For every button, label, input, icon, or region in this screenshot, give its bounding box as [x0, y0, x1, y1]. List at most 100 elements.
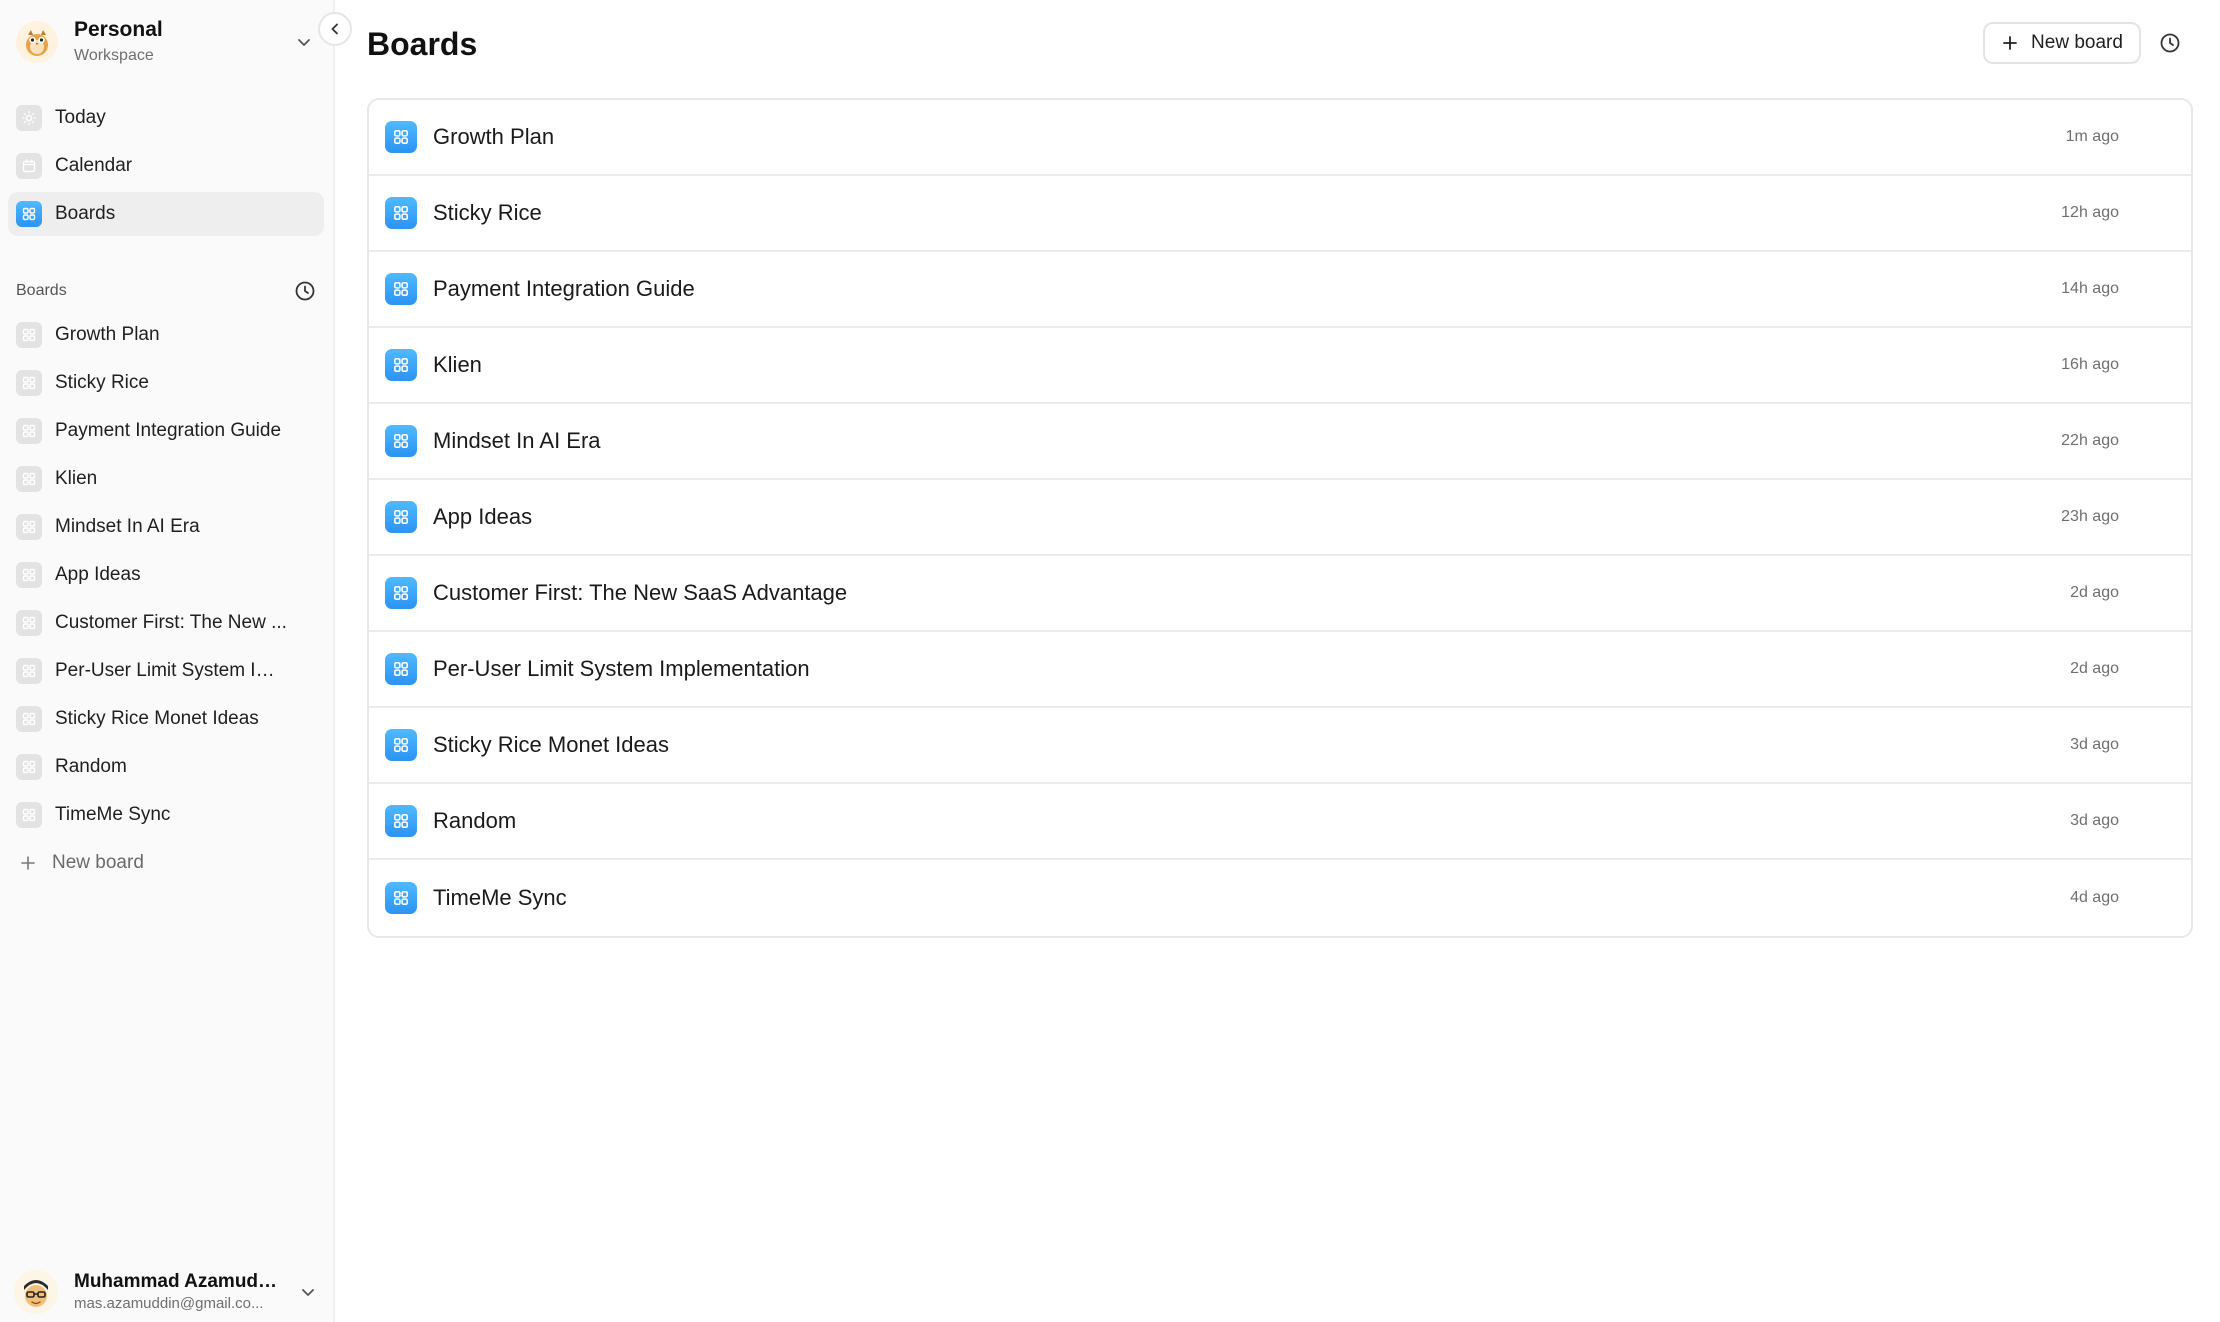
board-grid-icon — [16, 466, 42, 492]
sidebar-new-board-label: New board — [52, 852, 144, 873]
main-nav: Today Calendar Boards — [8, 96, 324, 240]
sidebar-board-label: App Ideas — [55, 564, 141, 585]
board-updated-time: 2d ago — [2070, 584, 2119, 601]
board-title: Customer First: The New SaaS Advantage — [433, 580, 848, 605]
nav-item-calendar[interactable]: Calendar — [8, 144, 324, 188]
sidebar-board-label: Per-User Limit System Im... — [55, 660, 287, 681]
table-row[interactable]: Mindset In AI Era 22h ago — [369, 404, 2191, 480]
board-grid-icon — [385, 805, 417, 837]
board-title: Sticky Rice — [433, 200, 542, 225]
sidebar-board-list: Growth Plan Sticky Rice Payment Integratio… — [8, 311, 324, 887]
app-window: Personal Workspace Today Calendar Boards… — [0, 0, 2220, 1322]
boards-table: Growth Plan 1m ago Sticky Rice 12h ago Payme… — [367, 98, 2193, 938]
board-grid-icon — [16, 610, 42, 636]
board-updated-time: 3d ago — [2070, 736, 2119, 753]
table-row[interactable]: Per-User Limit System Implementation 2d a… — [369, 632, 2191, 708]
sidebar-board-label: Growth Plan — [55, 324, 160, 345]
table-row[interactable]: Growth Plan 1m ago — [369, 100, 2191, 176]
boards-section-header: Boards — [16, 276, 318, 306]
board-title: TimeMe Sync — [433, 885, 567, 910]
sidebar-board-label: TimeMe Sync — [55, 804, 171, 825]
board-title: Growth Plan — [433, 124, 555, 149]
nav-label: Boards — [55, 203, 116, 224]
sidebar-board-item[interactable]: Mindset In AI Era — [8, 503, 324, 551]
board-updated-time: 1m ago — [2065, 128, 2119, 145]
board-grid-icon — [16, 754, 42, 780]
board-grid-icon — [385, 121, 417, 153]
table-row[interactable]: Klien 16h ago — [369, 328, 2191, 404]
table-row[interactable]: Sticky Rice Monet Ideas 3d ago — [369, 708, 2191, 784]
sidebar-board-item[interactable]: TimeMe Sync — [8, 791, 324, 839]
board-title: Per-User Limit System Implementation — [433, 656, 810, 681]
workspace-avatar-icon — [16, 21, 58, 63]
board-title: Klien — [433, 352, 482, 377]
sidebar-board-item[interactable]: Random — [8, 743, 324, 791]
sidebar-board-item[interactable]: Per-User Limit System Im... — [8, 647, 324, 695]
plus-icon — [2001, 34, 2019, 52]
table-row[interactable]: Payment Integration Guide 14h ago — [369, 252, 2191, 328]
board-title: Payment Integration Guide — [433, 276, 695, 301]
board-updated-time: 16h ago — [2061, 356, 2119, 373]
board-grid-icon — [16, 802, 42, 828]
sidebar-board-item[interactable]: Growth Plan — [8, 311, 324, 359]
sidebar-board-label: Sticky Rice — [55, 372, 149, 393]
sidebar-board-label: Sticky Rice Monet Ideas — [55, 708, 259, 729]
sidebar-new-board-button[interactable]: New board — [8, 839, 324, 887]
nav-label: Calendar — [55, 155, 133, 176]
sidebar-board-label: Mindset In AI Era — [55, 516, 200, 537]
board-title: Random — [433, 808, 517, 833]
board-grid-icon — [16, 418, 42, 444]
collapse-sidebar-button[interactable] — [318, 12, 352, 46]
board-updated-time: 23h ago — [2061, 508, 2119, 525]
board-grid-icon — [385, 577, 417, 609]
nav-item-boards[interactable]: Boards — [8, 192, 324, 236]
history-clock-icon[interactable] — [2157, 30, 2183, 56]
board-updated-time: 22h ago — [2061, 432, 2119, 449]
user-name: Muhammad Azamudd... — [74, 1271, 284, 1292]
chevron-left-icon — [328, 22, 342, 36]
new-board-button[interactable]: New board — [1983, 22, 2141, 64]
workspace-name: Personal — [74, 18, 163, 41]
board-grid-icon — [16, 658, 42, 684]
sidebar-board-item[interactable]: Klien — [8, 455, 324, 503]
sun-icon — [16, 105, 42, 131]
workspace-subtitle: Workspace — [74, 47, 154, 64]
table-row[interactable]: App Ideas 23h ago — [369, 480, 2191, 556]
board-grid-icon — [385, 729, 417, 761]
sidebar-board-label: Random — [55, 756, 127, 777]
board-grid-icon — [385, 882, 417, 914]
sidebar-board-label: Klien — [55, 468, 98, 489]
table-row[interactable]: Random 3d ago — [369, 784, 2191, 860]
table-row[interactable]: TimeMe Sync 4d ago — [369, 860, 2191, 936]
board-grid-icon — [16, 322, 42, 348]
sidebar-board-item[interactable]: Sticky Rice — [8, 359, 324, 407]
new-board-button-label: New board — [2031, 32, 2123, 53]
page-title: Boards — [367, 26, 478, 62]
recent-clock-icon[interactable] — [292, 278, 318, 304]
board-updated-time: 3d ago — [2070, 812, 2119, 829]
sidebar-board-item[interactable]: App Ideas — [8, 551, 324, 599]
calendar-icon — [16, 153, 42, 179]
board-title: App Ideas — [433, 504, 533, 529]
boards-section-title: Boards — [16, 282, 67, 299]
table-row[interactable]: Customer First: The New SaaS Advantage 2d… — [369, 556, 2191, 632]
board-updated-time: 14h ago — [2061, 280, 2119, 297]
board-grid-icon — [16, 514, 42, 540]
board-grid-icon — [385, 349, 417, 381]
sidebar-board-item[interactable]: Payment Integration Guide — [8, 407, 324, 455]
user-email: mas.azamuddin@gmail.co... — [74, 1295, 264, 1312]
user-menu[interactable]: Muhammad Azamudd... mas.azamuddin@gmail.… — [14, 1266, 320, 1318]
board-updated-time: 12h ago — [2061, 204, 2119, 221]
sidebar-board-item[interactable]: Customer First: The New ... — [8, 599, 324, 647]
sidebar-board-item[interactable]: Sticky Rice Monet Ideas — [8, 695, 324, 743]
board-grid-icon — [16, 562, 42, 588]
nav-item-today[interactable]: Today — [8, 96, 324, 140]
board-grid-icon — [385, 273, 417, 305]
board-grid-icon — [385, 425, 417, 457]
board-updated-time: 4d ago — [2070, 889, 2119, 906]
sidebar-board-label: Customer First: The New ... — [55, 612, 287, 633]
board-title: Mindset In AI Era — [433, 428, 601, 453]
table-row[interactable]: Sticky Rice 12h ago — [369, 176, 2191, 252]
workspace-switcher[interactable]: Personal Workspace — [16, 14, 316, 70]
board-updated-time: 2d ago — [2070, 660, 2119, 677]
